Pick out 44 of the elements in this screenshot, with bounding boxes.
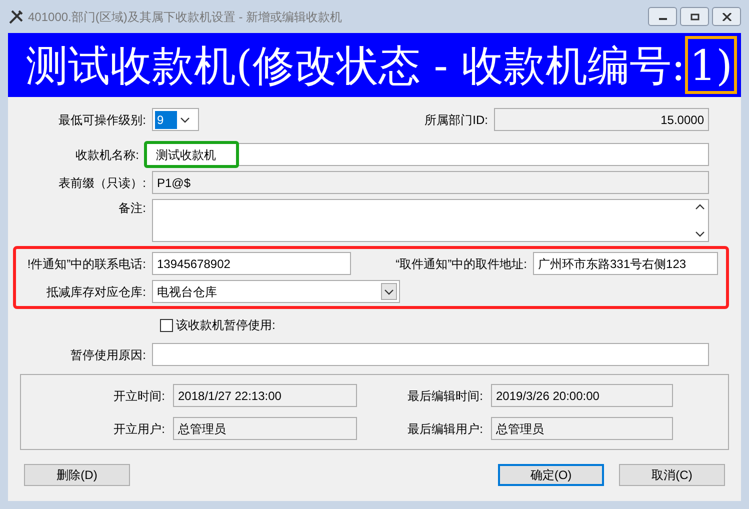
info-field: 总管理员 bbox=[173, 417, 357, 440]
pause-reason-field[interactable] bbox=[152, 343, 709, 366]
phone-field[interactable]: 13945678902 bbox=[152, 252, 351, 275]
minimize-button[interactable] bbox=[648, 7, 677, 26]
field-label: 抵减库存对应仓库: bbox=[46, 284, 146, 298]
field-label: 最低可操作级别: bbox=[58, 112, 146, 126]
info-label: 最后编辑时间: bbox=[408, 388, 483, 402]
banner-number: 1) bbox=[685, 36, 737, 94]
prefix-field: P1@$ bbox=[152, 171, 709, 194]
chevron-down-icon bbox=[180, 116, 190, 122]
field-label: !件通知”中的联系电话: bbox=[27, 256, 146, 270]
window-title: 401000.部门(区域)及其属下收款机设置 - 新增或编辑收款机 bbox=[28, 8, 342, 26]
level-dropdown[interactable]: 9 bbox=[152, 108, 199, 131]
dept-id-field: 15.0000 bbox=[494, 108, 709, 131]
checkbox-label: 该收款机暂停使用: bbox=[176, 317, 276, 334]
name-field[interactable]: 测试收款机 bbox=[145, 143, 709, 166]
remark-field[interactable] bbox=[152, 199, 709, 242]
info-field: 2019/3/26 20:00:00 bbox=[491, 384, 673, 407]
info-label: 最后编辑用户: bbox=[408, 422, 483, 436]
address-field[interactable]: 广州环市东路331号右侧123 bbox=[533, 252, 718, 275]
close-button[interactable] bbox=[712, 7, 741, 26]
field-label: 所属部门ID: bbox=[424, 112, 488, 126]
info-label: 开立时间: bbox=[114, 388, 165, 402]
maximize-icon bbox=[690, 12, 700, 20]
field-label: 备注: bbox=[118, 201, 146, 215]
field-label: 表前缀（只读）: bbox=[58, 176, 146, 190]
banner-title: 测试收款机(修改状态 - 收款机编号: bbox=[26, 40, 686, 92]
info-field: 总管理员 bbox=[491, 417, 673, 440]
cancel-button[interactable]: 取消(C) bbox=[619, 464, 725, 486]
close-icon bbox=[722, 12, 732, 20]
checkbox[interactable] bbox=[160, 318, 173, 332]
info-label: 开立用户: bbox=[114, 422, 165, 436]
ok-button[interactable]: 确定(O) bbox=[498, 464, 604, 486]
field-label: 收款机名称: bbox=[76, 148, 139, 162]
info-field: 2018/1/27 22:13:00 bbox=[173, 384, 357, 407]
maximize-button[interactable] bbox=[680, 7, 709, 26]
field-label: “取件通知”中的取件地址: bbox=[396, 256, 527, 270]
delete-button[interactable]: 删除(D) bbox=[24, 464, 130, 486]
tools-icon bbox=[8, 8, 24, 24]
chevron-down-icon bbox=[695, 231, 705, 237]
field-label: 暂停使用原因: bbox=[70, 348, 146, 362]
warehouse-dropdown[interactable]: 电视台仓库 bbox=[152, 280, 400, 303]
chevron-up-icon bbox=[695, 204, 705, 210]
chevron-down-icon bbox=[384, 288, 394, 294]
